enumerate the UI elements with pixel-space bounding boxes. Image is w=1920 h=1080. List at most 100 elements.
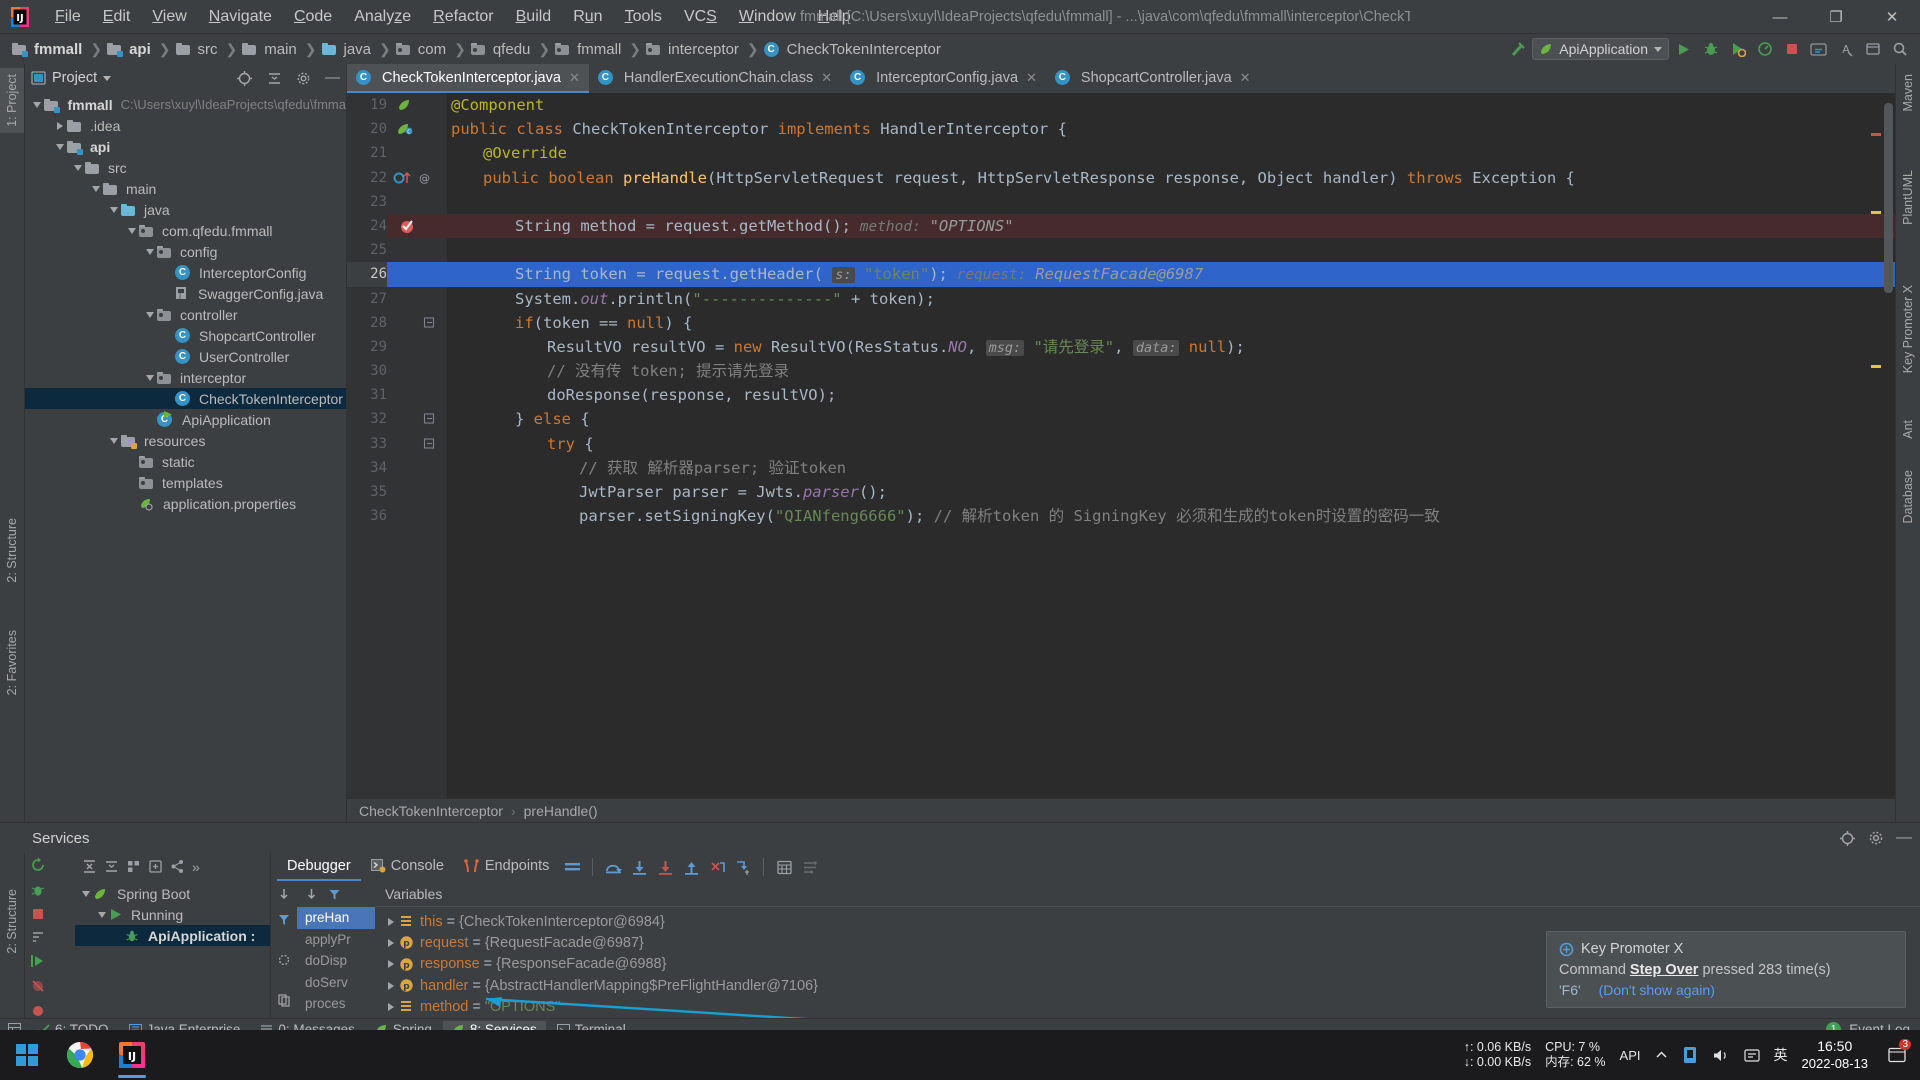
code-line-29[interactable]: 29 ResultVO resultVO = new ResultVO(ResSt… xyxy=(347,335,1895,359)
mute-breakpoints-icon[interactable] xyxy=(30,978,46,994)
tree-item-java[interactable]: java xyxy=(25,199,346,220)
breadcrumb-item-src[interactable]: src ❯ xyxy=(175,40,243,59)
tree-item-static[interactable]: static xyxy=(25,451,346,472)
breadcrumb-item-fmmall[interactable]: fmmall ❯ xyxy=(555,40,646,59)
menu-item-vcs[interactable]: VCS xyxy=(673,6,728,28)
sidebar-item-database[interactable]: Database xyxy=(1896,464,1920,530)
close-tab-icon[interactable]: ✕ xyxy=(1026,70,1037,86)
expand-variable-icon[interactable] xyxy=(383,981,399,990)
code-line-36[interactable]: 36 parser.setSigningKey("QIANfeng6666"); … xyxy=(347,504,1895,528)
code-line-23[interactable]: 23 xyxy=(347,190,1895,214)
expand-arrow-icon[interactable] xyxy=(143,367,157,388)
notification-center-button[interactable]: 3 xyxy=(1882,1030,1912,1080)
force-step-into-icon[interactable] xyxy=(652,853,678,881)
service-item-running[interactable]: Running xyxy=(75,904,270,925)
code-line-20[interactable]: 20 Cpublic class CheckTokenInterceptor im… xyxy=(347,117,1895,141)
code-line-24[interactable]: 24 String method = request.getMethod(); m… xyxy=(347,213,1895,239)
tree-item-swaggerconfig.java[interactable]: J SwaggerConfig.java xyxy=(25,283,346,304)
editor-tab-interceptorconfig-java[interactable]: C InterceptorConfig.java ✕ xyxy=(841,64,1046,93)
tray-app-icon[interactable] xyxy=(1682,1046,1698,1064)
evaluate-expression-icon[interactable] xyxy=(771,853,797,881)
menu-item-code[interactable]: Code xyxy=(283,6,343,28)
close-tab-icon[interactable]: ✕ xyxy=(1240,70,1251,86)
expand-variable-icon[interactable] xyxy=(383,960,399,969)
stop-button[interactable] xyxy=(1779,37,1804,62)
tray-volume-icon[interactable] xyxy=(1712,1048,1730,1063)
code-line-19[interactable]: 19 @Component xyxy=(347,93,1895,117)
editor-breadcrumb[interactable]: CheckTokenInterceptor › preHandle() xyxy=(347,798,1895,822)
debug-button[interactable] xyxy=(1698,37,1723,62)
taskbar-intellij-icon[interactable]: IJ xyxy=(106,1030,158,1080)
tree-item-.idea[interactable]: .idea xyxy=(25,115,346,136)
drop-frame-icon[interactable] xyxy=(704,853,730,881)
code-editor[interactable]: 19 @Component 20 Cpublic class CheckTokenIn… xyxy=(347,93,1895,798)
run-to-cursor-icon[interactable] xyxy=(730,853,756,881)
update-running-app-icon[interactable] xyxy=(1806,37,1831,62)
breadcrumb-item-main[interactable]: main ❯ xyxy=(242,40,321,59)
profiler-button[interactable] xyxy=(1752,37,1777,62)
gutter-spring-bean-icon[interactable]: C xyxy=(393,117,443,141)
tree-item-com.qfedu.fmmall[interactable]: com.qfedu.fmmall xyxy=(25,220,346,241)
tree-item-application.properties[interactable]: application.properties xyxy=(25,493,346,514)
sidebar-item-ant[interactable]: Ant xyxy=(1896,414,1920,445)
tree-item-apiapplication[interactable]: C ApiApplication xyxy=(25,409,346,430)
menu-item-refactor[interactable]: Refactor xyxy=(422,6,504,28)
sidebar-item-favorites[interactable]: 2: Favorites xyxy=(0,624,24,701)
code-line-26[interactable]: 26 String token = request.getHeader( s: "… xyxy=(347,262,1895,287)
tree-item-checktokeninterceptor[interactable]: C CheckTokenInterceptor xyxy=(25,388,346,409)
tree-item-fmmall[interactable]: fmmall C:\Users\xuyl\IdeaProjects\qfedu\f… xyxy=(25,94,346,115)
editor-scrollbar[interactable] xyxy=(1884,103,1893,293)
sidebar-item-structure-bottom[interactable]: 2: Structure xyxy=(0,883,24,960)
view-breakpoints-icon[interactable] xyxy=(30,1003,46,1019)
settings-variables-icon[interactable] xyxy=(271,947,297,973)
tray-ime-icon[interactable] xyxy=(1743,1048,1760,1063)
stop-icon[interactable] xyxy=(31,907,45,921)
expand-arrow-icon[interactable] xyxy=(89,178,103,199)
gutter-breakpoint-icon[interactable] xyxy=(393,214,443,238)
breadcrumb-item-checktokeninterceptor[interactable]: C CheckTokenInterceptor xyxy=(763,40,944,59)
services-filter-icon[interactable] xyxy=(31,930,45,944)
key-promoter-notification[interactable]: Key Promoter X Command Step Over pressed… xyxy=(1546,931,1906,1008)
sidebar-item-plantuml[interactable]: PlantUML xyxy=(1896,164,1920,231)
code-line-35[interactable]: 35 JwtParser parser = Jwts.parser(); xyxy=(347,480,1895,504)
run-configuration-selector[interactable]: ApiApplication xyxy=(1532,38,1669,60)
step-over-icon[interactable] xyxy=(600,853,626,881)
clock[interactable]: 16:50 2022-08-13 xyxy=(1802,1038,1869,1072)
menu-item-file[interactable]: File xyxy=(44,6,92,28)
code-line-32[interactable]: 32} else { xyxy=(347,407,1895,431)
code-content[interactable]: 19 @Component 20 Cpublic class CheckTokenIn… xyxy=(347,93,1895,798)
code-line-30[interactable]: 30 // 没有传 token; 提示请先登录 xyxy=(347,359,1895,383)
breadcrumb-item-com[interactable]: com ❯ xyxy=(395,40,471,59)
breadcrumb-item-java[interactable]: java ❯ xyxy=(321,40,396,59)
tray-expand-icon[interactable] xyxy=(1655,1049,1668,1062)
more-actions-icon[interactable]: » xyxy=(192,859,200,875)
frame-row[interactable]: preHan xyxy=(297,907,375,929)
gutter-override-icon[interactable]: @ xyxy=(393,166,443,190)
code-line-28[interactable]: 28 if(token == null) { xyxy=(347,311,1895,335)
menu-item-navigate[interactable]: Navigate xyxy=(198,6,283,28)
services-tree[interactable]: Spring Boot Running ApiApplication : xyxy=(75,880,270,1018)
sidebar-item-maven[interactable]: Maven xyxy=(1896,68,1920,118)
group-by-icon[interactable] xyxy=(126,859,141,874)
services-locate-icon[interactable] xyxy=(1839,830,1856,847)
sort-variables-icon[interactable] xyxy=(271,881,297,907)
tree-item-interceptorconfig[interactable]: C InterceptorConfig xyxy=(25,262,346,283)
resume-program-icon[interactable] xyxy=(30,953,46,969)
settings-icon[interactable] xyxy=(797,853,823,881)
expand-arrow-icon[interactable] xyxy=(107,430,121,451)
debugger-tab-endpoints[interactable]: Endpoints xyxy=(454,853,560,881)
code-line-34[interactable]: 34 // 获取 解析器parser; 验证token xyxy=(347,456,1895,480)
breadcrumb-method[interactable]: preHandle() xyxy=(524,803,598,819)
expand-arrow-icon[interactable] xyxy=(71,157,85,178)
close-tab-icon[interactable]: ✕ xyxy=(569,70,580,86)
maximize-button[interactable]: ❐ xyxy=(1808,0,1864,34)
expand-arrow-icon[interactable] xyxy=(79,883,93,904)
code-line-33[interactable]: 33 try { xyxy=(347,432,1895,456)
code-line-21[interactable]: 21 @Override xyxy=(347,141,1895,165)
services-settings-gear-icon[interactable] xyxy=(1868,830,1884,846)
tray-api-label[interactable]: API xyxy=(1620,1048,1641,1063)
tree-item-controller[interactable]: controller xyxy=(25,304,346,325)
editor-tab-shopcartcontroller-java[interactable]: C ShopcartController.java ✕ xyxy=(1046,64,1260,93)
code-line-31[interactable]: 31 doResponse(response, resultVO); xyxy=(347,383,1895,407)
tree-item-usercontroller[interactable]: C UserController xyxy=(25,346,346,367)
